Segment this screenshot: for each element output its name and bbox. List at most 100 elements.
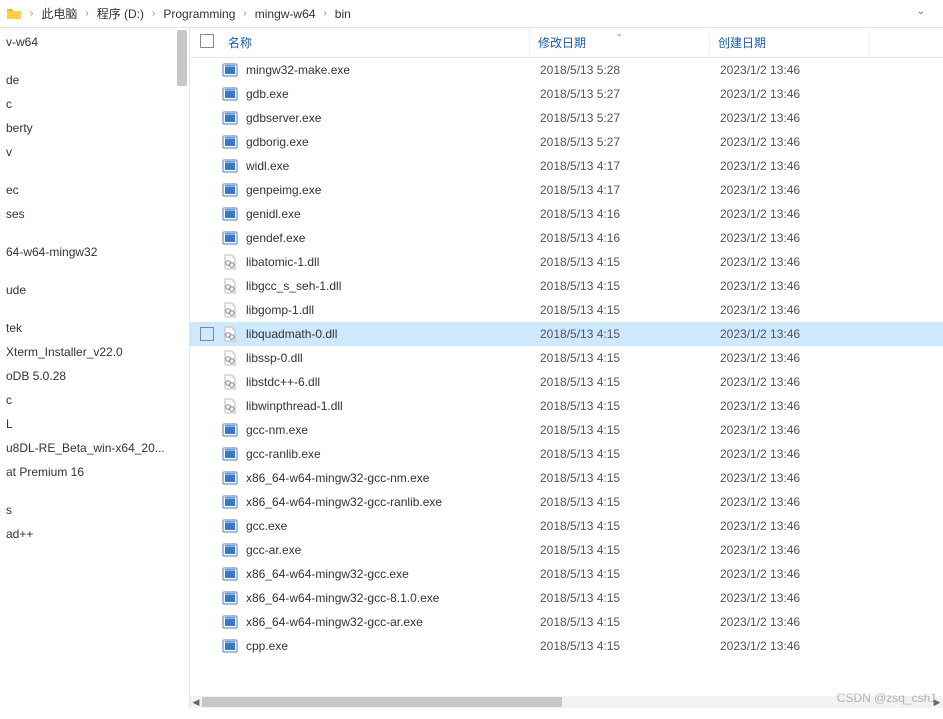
row-checkbox[interactable] xyxy=(200,327,214,341)
file-name: libatomic-1.dll xyxy=(246,255,319,269)
scroll-left-icon[interactable]: ◀ xyxy=(190,696,202,708)
column-header-name[interactable]: 名称 xyxy=(190,28,530,57)
created-date: 2023/1/2 13:46 xyxy=(720,63,880,77)
file-row[interactable]: libquadmath-0.dll2018/5/13 4:152023/1/2 … xyxy=(190,322,943,346)
file-name-cell: libatomic-1.dll xyxy=(222,254,540,270)
file-row[interactable]: x86_64-w64-mingw32-gcc-ar.exe2018/5/13 4… xyxy=(190,610,943,634)
tree-item[interactable]: Xterm_Installer_v22.0 xyxy=(0,340,189,364)
exe-file-icon xyxy=(222,110,238,126)
file-row[interactable]: x86_64-w64-mingw32-gcc-ranlib.exe2018/5/… xyxy=(190,490,943,514)
created-date: 2023/1/2 13:46 xyxy=(720,135,880,149)
modified-date: 2018/5/13 5:27 xyxy=(540,135,720,149)
chevron-down-icon[interactable]: ⌄ xyxy=(917,6,925,17)
tree-item[interactable]: s xyxy=(0,498,189,522)
file-name: gcc-ranlib.exe xyxy=(246,447,321,461)
file-row[interactable]: gcc-ranlib.exe2018/5/13 4:152023/1/2 13:… xyxy=(190,442,943,466)
file-row[interactable]: gdbserver.exe2018/5/13 5:272023/1/2 13:4… xyxy=(190,106,943,130)
file-row[interactable]: genidl.exe2018/5/13 4:162023/1/2 13:46 xyxy=(190,202,943,226)
breadcrumb-item[interactable]: 程序 (D:) xyxy=(95,3,146,24)
chevron-right-icon[interactable]: › xyxy=(146,8,161,19)
file-row[interactable]: gdborig.exe2018/5/13 5:272023/1/2 13:46 xyxy=(190,130,943,154)
horizontal-scrollbar[interactable]: ◀ ▶ xyxy=(190,696,943,708)
file-row[interactable]: libwinpthread-1.dll2018/5/13 4:152023/1/… xyxy=(190,394,943,418)
file-row[interactable]: x86_64-w64-mingw32-gcc-nm.exe2018/5/13 4… xyxy=(190,466,943,490)
chevron-right-icon[interactable]: › xyxy=(237,8,252,19)
chevron-right-icon[interactable]: › xyxy=(24,8,39,19)
tree-item[interactable]: ec xyxy=(0,178,189,202)
file-name: genidl.exe xyxy=(246,207,301,221)
file-row[interactable]: genpeimg.exe2018/5/13 4:172023/1/2 13:46 xyxy=(190,178,943,202)
exe-file-icon xyxy=(222,470,238,486)
tree-item[interactable]: c xyxy=(0,92,189,116)
exe-file-icon xyxy=(222,566,238,582)
modified-date: 2018/5/13 4:15 xyxy=(540,567,720,581)
tree-item[interactable]: ses xyxy=(0,202,189,226)
chevron-right-icon[interactable]: › xyxy=(317,8,332,19)
file-row[interactable]: mingw32-make.exe2018/5/13 5:282023/1/2 1… xyxy=(190,58,943,82)
exe-file-icon xyxy=(222,230,238,246)
file-row[interactable]: gendef.exe2018/5/13 4:162023/1/2 13:46 xyxy=(190,226,943,250)
modified-date: 2018/5/13 4:15 xyxy=(540,639,720,653)
scrollbar-thumb[interactable] xyxy=(202,697,562,707)
tree-item[interactable]: 64-w64-mingw32 xyxy=(0,240,189,264)
breadcrumb-item[interactable]: Programming xyxy=(161,5,237,23)
created-date: 2023/1/2 13:46 xyxy=(720,591,880,605)
file-row[interactable]: cpp.exe2018/5/13 4:152023/1/2 13:46 xyxy=(190,634,943,658)
tree-item[interactable]: tek xyxy=(0,316,189,340)
file-name: libwinpthread-1.dll xyxy=(246,399,343,413)
file-name-cell: x86_64-w64-mingw32-gcc-ar.exe xyxy=(222,614,540,630)
file-row[interactable]: x86_64-w64-mingw32-gcc-8.1.0.exe2018/5/1… xyxy=(190,586,943,610)
file-name-cell: gcc.exe xyxy=(222,518,540,534)
file-row[interactable]: x86_64-w64-mingw32-gcc.exe2018/5/13 4:15… xyxy=(190,562,943,586)
file-row[interactable]: gcc-nm.exe2018/5/13 4:152023/1/2 13:46 xyxy=(190,418,943,442)
dll-file-icon xyxy=(222,374,238,390)
file-row[interactable]: gcc-ar.exe2018/5/13 4:152023/1/2 13:46 xyxy=(190,538,943,562)
file-row[interactable]: gcc.exe2018/5/13 4:152023/1/2 13:46 xyxy=(190,514,943,538)
file-name-cell: gdbserver.exe xyxy=(222,110,540,126)
file-row[interactable]: widl.exe2018/5/13 4:172023/1/2 13:46 xyxy=(190,154,943,178)
modified-date: 2018/5/13 4:15 xyxy=(540,279,720,293)
modified-date: 2018/5/13 4:15 xyxy=(540,351,720,365)
breadcrumb-item[interactable]: 此电脑 xyxy=(39,3,79,24)
file-row[interactable]: libgcc_s_seh-1.dll2018/5/13 4:152023/1/2… xyxy=(190,274,943,298)
breadcrumb-item[interactable]: bin xyxy=(333,5,353,23)
tree-item[interactable]: v-w64 xyxy=(0,30,189,54)
modified-date: 2018/5/13 4:15 xyxy=(540,399,720,413)
file-row[interactable]: gdb.exe2018/5/13 5:272023/1/2 13:46 xyxy=(190,82,943,106)
tree-item[interactable]: L xyxy=(0,412,189,436)
file-name: libgcc_s_seh-1.dll xyxy=(246,279,341,293)
file-name-cell: libgomp-1.dll xyxy=(222,302,540,318)
file-name-cell: gcc-nm.exe xyxy=(222,422,540,438)
column-header-label: 修改日期 xyxy=(538,34,586,51)
tree-item[interactable]: ude xyxy=(0,278,189,302)
modified-date: 2018/5/13 4:15 xyxy=(540,447,720,461)
file-name: genpeimg.exe xyxy=(246,183,321,197)
chevron-right-icon[interactable]: › xyxy=(79,8,94,19)
file-name-cell: cpp.exe xyxy=(222,638,540,654)
folder-tree: v-w64decbertyvecses64-w64-mingw32udetekX… xyxy=(0,28,190,708)
tree-item[interactable]: oDB 5.0.28 xyxy=(0,364,189,388)
scrollbar-track[interactable] xyxy=(202,696,931,708)
tree-item[interactable]: de xyxy=(0,68,189,92)
scrollbar-thumb[interactable] xyxy=(177,30,187,86)
exe-file-icon xyxy=(222,422,238,438)
tree-item[interactable]: v xyxy=(0,140,189,164)
tree-item[interactable]: berty xyxy=(0,116,189,140)
tree-item[interactable]: ad++ xyxy=(0,522,189,546)
file-row[interactable]: libstdc++-6.dll2018/5/13 4:152023/1/2 13… xyxy=(190,370,943,394)
file-name-cell: gcc-ar.exe xyxy=(222,542,540,558)
breadcrumb-item[interactable]: mingw-w64 xyxy=(253,5,318,23)
tree-item[interactable]: u8DL-RE_Beta_win-x64_20... xyxy=(0,436,189,460)
file-name: libstdc++-6.dll xyxy=(246,375,320,389)
modified-date: 2018/5/13 5:27 xyxy=(540,111,720,125)
exe-file-icon xyxy=(222,134,238,150)
file-row[interactable]: libgomp-1.dll2018/5/13 4:152023/1/2 13:4… xyxy=(190,298,943,322)
tree-item[interactable]: at Premium 16 xyxy=(0,460,189,484)
breadcrumb: › 此电脑 › 程序 (D:) › Programming › mingw-w6… xyxy=(0,0,943,28)
column-header-modified[interactable]: ⌄ 修改日期 xyxy=(530,28,710,57)
file-row[interactable]: libssp-0.dll2018/5/13 4:152023/1/2 13:46 xyxy=(190,346,943,370)
file-row[interactable]: libatomic-1.dll2018/5/13 4:152023/1/2 13… xyxy=(190,250,943,274)
column-header-created[interactable]: 创建日期 xyxy=(710,28,870,57)
modified-date: 2018/5/13 4:15 xyxy=(540,543,720,557)
tree-item[interactable]: c xyxy=(0,388,189,412)
